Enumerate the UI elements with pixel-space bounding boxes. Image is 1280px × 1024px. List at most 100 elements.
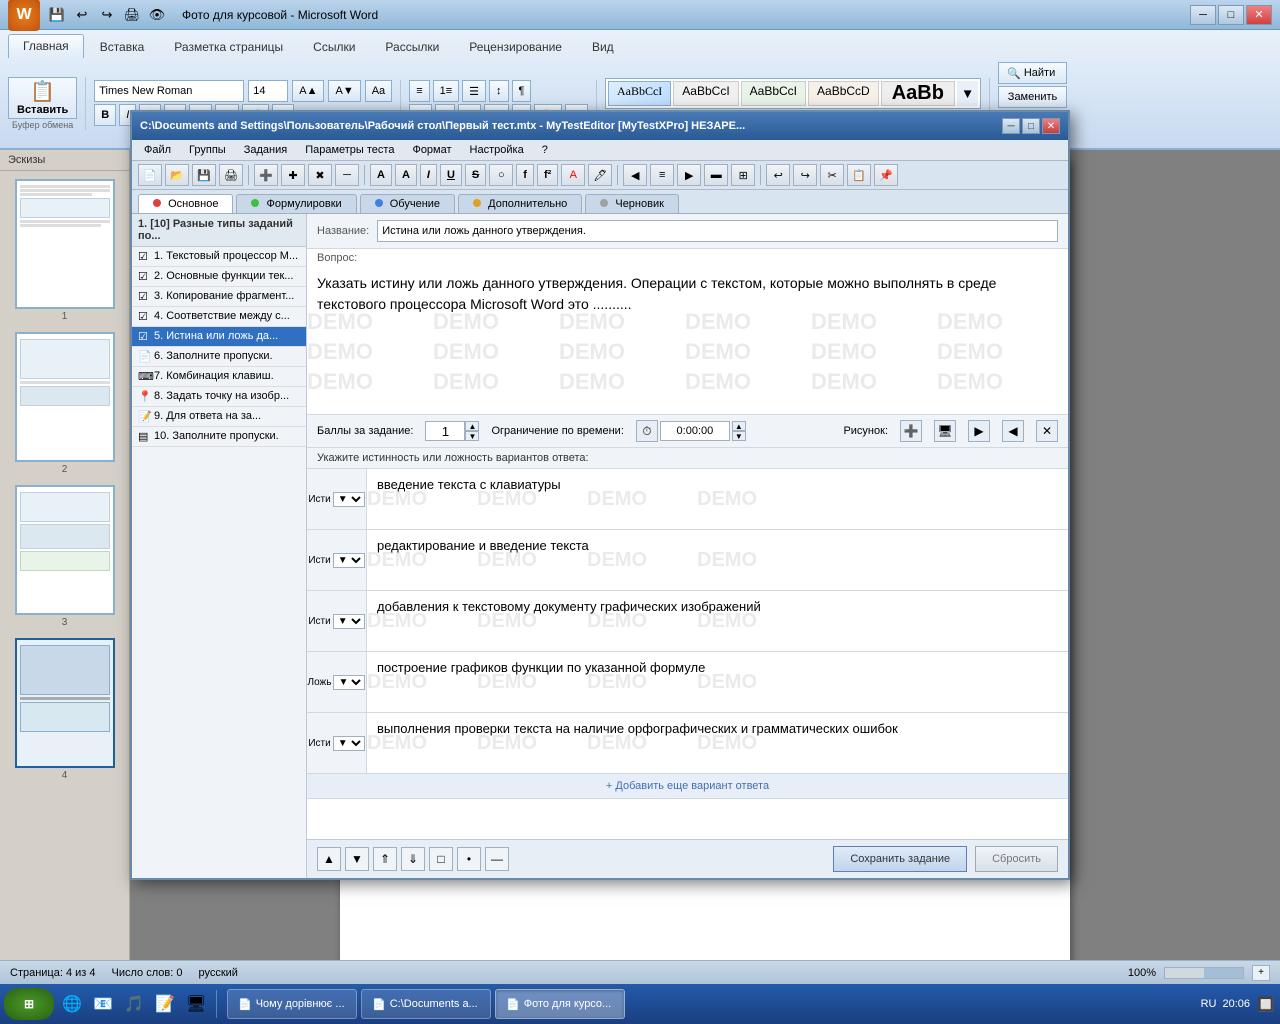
time-input[interactable] xyxy=(660,421,730,441)
paste-button[interactable]: 📋 Вставить xyxy=(8,77,77,119)
mt-paste2-btn[interactable]: 📌 xyxy=(874,164,898,186)
bold-btn[interactable]: B xyxy=(94,104,116,126)
maximize-btn[interactable]: □ xyxy=(1218,5,1244,25)
taskbar-item-1[interactable]: 📄 Чому дорівнює ... xyxy=(227,989,357,1019)
font-grow-btn[interactable]: A▲ xyxy=(292,80,324,102)
mt-strike-btn[interactable]: S xyxy=(465,164,486,186)
nav-up-btn[interactable]: ▲ xyxy=(317,847,341,871)
mt-align-right[interactable]: ▶ xyxy=(677,164,701,186)
sketch-2[interactable]: 2 xyxy=(10,332,120,477)
quick-media[interactable]: 🎵 xyxy=(120,990,148,1018)
modal-maximize-btn[interactable]: □ xyxy=(1022,118,1040,134)
question-name-input[interactable] xyxy=(377,220,1058,242)
mt-align-left[interactable]: ◀ xyxy=(623,164,647,186)
answer-truth-2[interactable]: Исти ▼ xyxy=(307,530,367,590)
task-item-5[interactable]: ☑ 5. Истина или ложь да... xyxy=(132,327,306,347)
modal-close-btn[interactable]: ✕ xyxy=(1042,118,1060,134)
tab-review[interactable]: Рецензирование xyxy=(455,36,576,58)
taskbar-item-3[interactable]: 📄 Фото для курсо... xyxy=(495,989,625,1019)
nav-down-btn[interactable]: ▼ xyxy=(345,847,369,871)
mt-add-btn[interactable]: ➕ xyxy=(254,164,278,186)
add-answer-btn[interactable]: + Добавить еще вариант ответа xyxy=(606,780,769,792)
task-item-7[interactable]: ⌨ 7. Комбинация клавиш. xyxy=(132,367,306,387)
replace-btn[interactable]: Заменить xyxy=(998,86,1067,108)
answer-truth-select-4[interactable]: ▼ xyxy=(333,675,365,690)
show-hide-btn[interactable]: ¶ xyxy=(512,80,532,102)
bullets-btn[interactable]: ≡ xyxy=(409,80,429,102)
answer-truth-select-2[interactable]: ▼ xyxy=(333,553,365,568)
picture-btn3[interactable]: ▶ xyxy=(968,420,990,442)
menu-format[interactable]: Формат xyxy=(404,142,459,158)
minimize-btn[interactable]: ─ xyxy=(1190,5,1216,25)
menu-file[interactable]: Файл xyxy=(136,142,179,158)
answer-truth-select-1[interactable]: ▼ xyxy=(333,492,365,507)
picture-add-btn[interactable]: ➕ xyxy=(900,420,922,442)
answer-truth-4[interactable]: Ложь ▼ xyxy=(307,652,367,712)
style-item-2[interactable]: AaBbCcI xyxy=(673,81,738,106)
sketch-4[interactable]: 4 xyxy=(10,638,120,783)
style-item-1[interactable]: AaBbCcI xyxy=(608,81,671,106)
tab-home[interactable]: Главная xyxy=(8,34,84,58)
menu-groups[interactable]: Группы xyxy=(181,142,234,158)
sketch-1[interactable]: 1 xyxy=(10,179,120,324)
mt-justify[interactable]: ▬ xyxy=(704,164,728,186)
mt-circle-btn[interactable]: ○ xyxy=(489,164,513,186)
style-item-5[interactable]: AaBb xyxy=(881,81,955,106)
mt-del-btn[interactable]: ✖ xyxy=(308,164,332,186)
question-text-area[interactable]: Указать истину или ложь данного утвержде… xyxy=(307,265,1068,415)
mt-save-btn[interactable]: 💾 xyxy=(192,164,216,186)
tray-show-desktop[interactable]: 🔲 xyxy=(1256,994,1276,1014)
mt-color-btn[interactable]: A xyxy=(561,164,585,186)
tab-additional[interactable]: Дополнительно xyxy=(458,194,582,213)
print-btn[interactable]: 🖨 xyxy=(121,4,143,26)
picture-view-btn[interactable]: 🖥 xyxy=(934,420,956,442)
answer-truth-select-3[interactable]: ▼ xyxy=(333,614,365,629)
reset-btn[interactable]: Сбросить xyxy=(975,846,1058,872)
time-down-btn[interactable]: ▼ xyxy=(732,431,746,441)
mt-align-center[interactable]: ≡ xyxy=(650,164,674,186)
answer-truth-1[interactable]: Исти ▼ xyxy=(307,469,367,529)
menu-test-params[interactable]: Параметры теста xyxy=(297,142,402,158)
mt-italic-btn[interactable]: I xyxy=(420,164,437,186)
mt-table[interactable]: ⊞ xyxy=(731,164,755,186)
picture-del-btn[interactable]: ✕ xyxy=(1036,420,1058,442)
numbering-btn[interactable]: 1≡ xyxy=(433,80,460,102)
score-down-btn[interactable]: ▼ xyxy=(465,431,479,441)
tab-references[interactable]: Ссылки xyxy=(299,36,369,58)
nav-bottom-btn[interactable]: ⇓ xyxy=(401,847,425,871)
sketch-3[interactable]: 3 xyxy=(10,485,120,630)
mt-highlight-btn[interactable]: 🖊 xyxy=(588,164,612,186)
print-preview-btn[interactable]: 👁 xyxy=(146,4,168,26)
tab-formulations[interactable]: Формулировки xyxy=(236,194,356,213)
style-item-4[interactable]: AaBbCcD xyxy=(808,81,879,106)
task-item-10[interactable]: ▤ 10. Заполните пропуски. xyxy=(132,427,306,447)
save-quick-btn[interactable]: 💾 xyxy=(46,4,68,26)
quick-icon5[interactable]: 🖥 xyxy=(182,990,210,1018)
answer-truth-select-5[interactable]: ▼ xyxy=(333,736,365,751)
score-input[interactable] xyxy=(425,421,465,441)
menu-settings[interactable]: Настройка xyxy=(462,142,532,158)
mt-bold-btn[interactable]: A xyxy=(370,164,392,186)
score-up-btn[interactable]: ▲ xyxy=(465,421,479,431)
answer-truth-3[interactable]: Исти ▼ xyxy=(307,591,367,651)
nav-top-btn[interactable]: ⇑ xyxy=(373,847,397,871)
mt-cut-btn[interactable]: ✂ xyxy=(820,164,844,186)
answer-truth-5[interactable]: Исти ▼ xyxy=(307,713,367,773)
picture-btn4[interactable]: ◀ xyxy=(1002,420,1024,442)
tab-learning[interactable]: Обучение xyxy=(360,194,455,213)
undo-arrow-btn[interactable]: ↪ xyxy=(96,4,118,26)
task-item-1[interactable]: ☑ 1. Текстовый процессор М... xyxy=(132,247,306,267)
undo-btn[interactable]: ↩ xyxy=(71,4,93,26)
tab-mailings[interactable]: Рассылки xyxy=(371,36,453,58)
mt-print-btn[interactable]: 🖨 xyxy=(219,164,243,186)
sort-btn[interactable]: ↕ xyxy=(489,80,509,102)
find-btn[interactable]: 🔍Найти xyxy=(998,62,1067,84)
task-item-9[interactable]: 📝 9. Для ответа на за... xyxy=(132,407,306,427)
tab-draft[interactable]: Черновик xyxy=(585,194,679,213)
task-item-4[interactable]: ☑ 4. Соответствие между с... xyxy=(132,307,306,327)
mt-bold2-btn[interactable]: A xyxy=(395,164,417,186)
office-button[interactable]: W xyxy=(8,0,40,31)
tab-main[interactable]: Основное xyxy=(138,194,233,213)
start-button[interactable]: ⊞ xyxy=(4,988,54,1020)
nav-dot-btn[interactable]: • xyxy=(457,847,481,871)
